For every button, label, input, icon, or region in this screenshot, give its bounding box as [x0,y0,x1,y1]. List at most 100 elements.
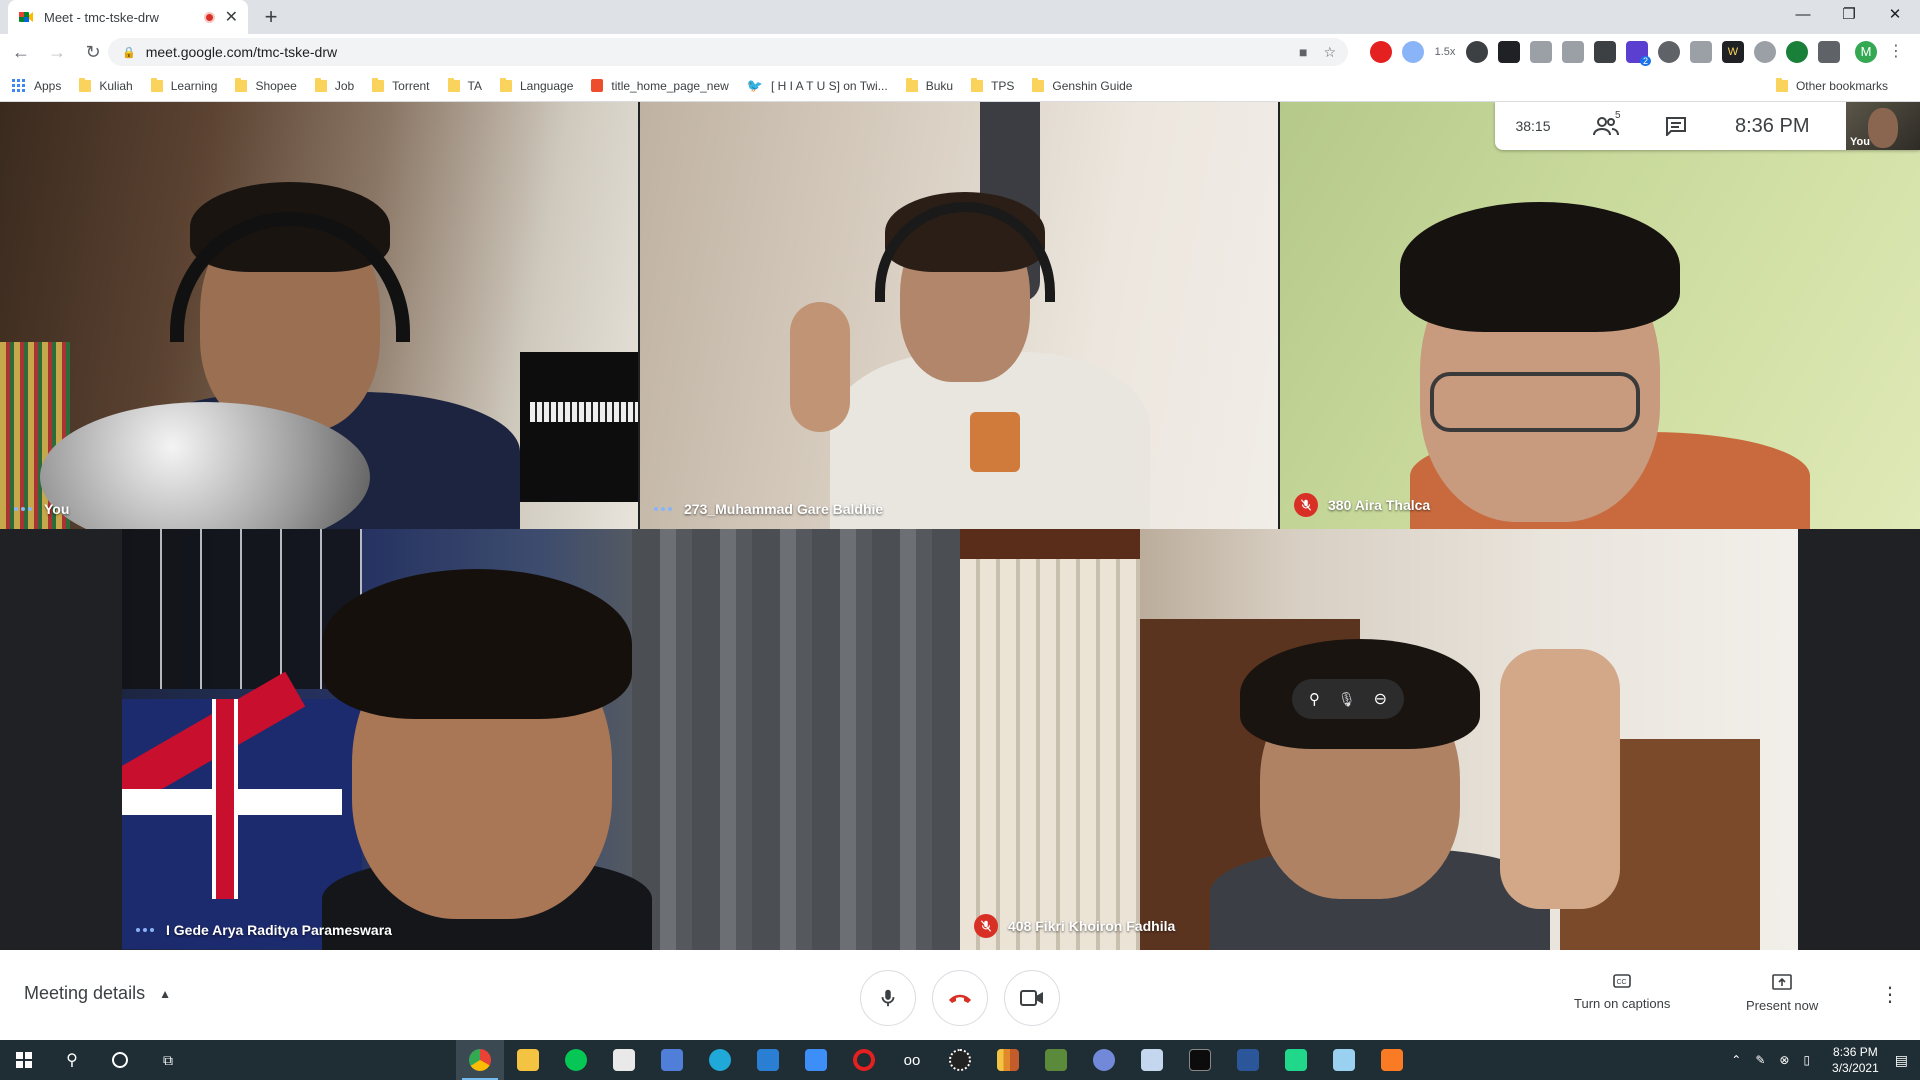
app-icon[interactable]: oo [888,1040,936,1080]
microphone-button[interactable] [860,970,916,1026]
line-app-icon[interactable] [552,1040,600,1080]
shopee-icon [591,79,604,92]
library-icon[interactable] [984,1040,1032,1080]
bookmark-item[interactable]: title_home_page_new [591,79,729,93]
screenshot-ext-icon[interactable] [1530,41,1552,63]
bookmark-item[interactable]: Torrent [372,77,430,93]
ext-badge-icon[interactable]: 2 [1626,41,1651,66]
profile-avatar[interactable]: M [1855,41,1877,63]
opera-ext-icon[interactable] [1370,41,1392,63]
leave-call-button[interactable] [932,970,988,1026]
other-bookmarks[interactable]: Other bookmarks [1775,78,1888,93]
chrome-taskbar-icon[interactable] [456,1040,504,1080]
pycharm-icon[interactable] [1272,1040,1320,1080]
bookmark-item[interactable]: Learning [150,77,217,93]
bookmark-item[interactable]: Genshin Guide [1032,77,1132,93]
timer-ext-icon[interactable] [1786,41,1808,63]
folder-icon [971,77,984,92]
remove-participant-icon[interactable]: ⊖ [1374,689,1387,709]
ext-icon[interactable] [1594,41,1616,63]
play-ext-icon[interactable] [1466,41,1488,63]
more-options-icon[interactable] [136,928,154,932]
window-close-icon[interactable]: ✕ [1872,0,1918,30]
new-tab-icon[interactable]: + [258,4,284,30]
bookmark-item[interactable]: Language [499,77,573,93]
present-now-button[interactable]: Present now [1746,974,1818,1013]
bookmark-item[interactable]: TPS [971,77,1014,93]
browser-menu-icon[interactable]: ⋮ [1888,41,1904,63]
participant-tile[interactable]: You [0,102,638,529]
opera-icon[interactable] [840,1040,888,1080]
network-off-icon[interactable]: ⊗ [1779,1053,1789,1067]
captions-button[interactable]: CC Turn on captions [1574,974,1670,1011]
pen-icon[interactable]: ✎ [1755,1053,1765,1067]
search-icon[interactable]: ⚲ [48,1040,96,1080]
ext-icon[interactable] [1690,41,1712,63]
minecraft-icon[interactable] [1032,1040,1080,1080]
terminal-icon[interactable] [1176,1040,1224,1080]
paint-icon[interactable] [1128,1040,1176,1080]
extensions-puzzle-icon[interactable] [1818,41,1840,63]
minimize-icon[interactable]: — [1780,0,1826,30]
ext-icon[interactable] [1754,41,1776,63]
tab-close-icon[interactable]: ✕ [225,7,238,27]
start-button[interactable] [0,1040,48,1080]
mic-muted-icon [1294,493,1318,517]
pin-icon[interactable]: ⚲ [1309,690,1320,708]
bookmark-item[interactable]: Kuliah [79,77,133,93]
camera-in-use-icon[interactable]: ■ [1299,44,1307,61]
ext-icon[interactable] [1402,41,1424,63]
participant-tile[interactable]: ⚲ 🎙 ⊖ 408 Fikri Khoiron Fadhila [960,529,1798,950]
chevron-up-icon[interactable]: ⌃ [1731,1053,1741,1067]
reload-icon[interactable]: ↻ [78,37,108,67]
edge-icon[interactable] [696,1040,744,1080]
microphone-icon [881,989,895,1007]
imdb-ext-icon[interactable]: W [1722,41,1744,63]
task-view-icon[interactable]: ⧉ [144,1040,192,1080]
participant-tile[interactable]: I Gede Arya Raditya Parameswara [122,529,960,950]
todo-icon[interactable] [792,1040,840,1080]
more-options-icon[interactable]: ⋮ [1880,982,1900,1007]
mute-participant-icon[interactable]: 🎙 [1338,691,1356,708]
bookmark-item[interactable]: Apps [12,78,61,93]
camera-button[interactable] [1004,970,1060,1026]
more-options-icon[interactable] [14,507,32,511]
meeting-details-button[interactable]: Meeting details ▲ [24,983,171,1004]
notes-icon[interactable] [648,1040,696,1080]
back-icon[interactable]: ← [6,37,36,67]
participant-tile[interactable]: 273_Muhammad Gare Baldhie [640,102,1278,529]
volume-icon[interactable]: ▯ [1803,1053,1810,1067]
camera-ext-icon[interactable] [1562,41,1584,63]
davinci-icon[interactable] [936,1040,984,1080]
bookmark-star-icon[interactable]: ☆ [1323,44,1336,61]
meet-stage: You 273_Muhammad Gare Baldhie 380 Aira T… [0,102,1920,950]
notifications-icon[interactable]: ▤ [1895,1052,1908,1069]
ext-icon[interactable] [1658,41,1680,63]
discord-icon[interactable] [1080,1040,1128,1080]
bookmark-item[interactable]: TA [447,77,482,93]
store-icon[interactable] [600,1040,648,1080]
bookmark-item[interactable]: 🐦 [ H I A T U S] on Twi... [747,78,888,94]
tile-hover-controls: ⚲ 🎙 ⊖ [1292,679,1404,719]
xampp-icon[interactable] [1368,1040,1416,1080]
bookmark-item[interactable]: Shopee [235,77,297,93]
forward-icon[interactable]: → [42,37,72,67]
address-bar[interactable]: 🔒 meet.google.com/tmc-tske-drw ■ ☆ [108,38,1348,66]
bookmark-item[interactable]: Buku [905,77,953,93]
participant-tile[interactable]: 380 Aira Thalca [1280,102,1920,529]
tab-meet[interactable]: Meet - tmc-tske-drw ✕ [8,0,248,34]
word-icon[interactable] [1224,1040,1272,1080]
restore-icon[interactable]: ❐ [1826,0,1872,30]
bookmark-item[interactable]: Job [314,77,354,93]
speed-ext-icon[interactable]: 1.5x [1434,41,1456,63]
chat-button[interactable] [1641,116,1711,136]
app-icon[interactable] [1320,1040,1368,1080]
cortana-icon[interactable] [96,1040,144,1080]
taskbar-clock[interactable]: 8:36 PM 3/3/2021 [1832,1044,1879,1076]
ext-icon[interactable] [1498,41,1520,63]
more-options-icon[interactable] [654,507,672,511]
participants-button[interactable]: 5 [1571,110,1641,136]
file-explorer-icon[interactable] [504,1040,552,1080]
self-view-thumbnail[interactable]: You [1846,102,1920,150]
mail-icon[interactable] [744,1040,792,1080]
